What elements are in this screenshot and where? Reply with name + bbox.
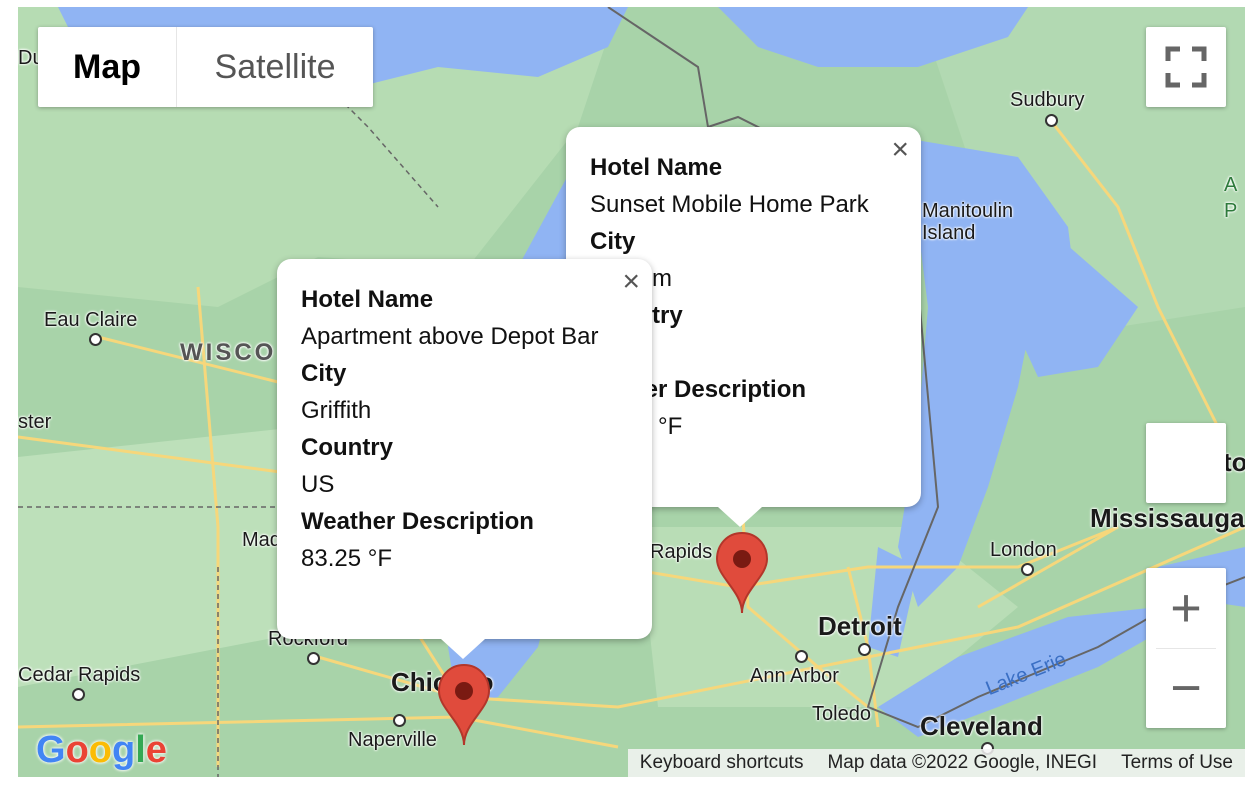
close-icon[interactable]: × xyxy=(891,135,909,165)
place-label-sudbury: Sudbury xyxy=(1010,89,1085,111)
place-label-toronto: to xyxy=(1223,447,1245,477)
map-type-map-button[interactable]: Map xyxy=(38,27,177,107)
place-label-toledo: Toledo xyxy=(812,703,871,725)
place-label-london: London xyxy=(990,539,1057,561)
fullscreen-icon xyxy=(1165,46,1207,88)
city-dot-rockford xyxy=(307,652,320,665)
city-dot-naperville xyxy=(393,714,406,727)
field-label: City xyxy=(590,228,636,255)
place-label-a-edge: A P xyxy=(1224,174,1238,222)
map-marker-griffith[interactable] xyxy=(437,663,491,747)
place-label-cleveland: Cleveland xyxy=(920,711,1043,741)
field-value: 83.25 °F xyxy=(301,545,392,572)
city-dot-detroit xyxy=(858,643,871,656)
map-type-control: Map Satellite xyxy=(38,27,373,107)
place-label-cedar-rapids: Cedar Rapids xyxy=(18,664,141,686)
google-logo[interactable]: Google xyxy=(36,729,167,772)
city-dot-london xyxy=(1021,563,1034,576)
place-label-chester: ster xyxy=(18,411,52,433)
field-value: Griffith xyxy=(301,397,372,424)
field-label: City xyxy=(301,360,347,387)
zoom-control: + − xyxy=(1146,568,1226,728)
place-label-manitoulin: Manitoulin Island xyxy=(922,200,1014,244)
map-marker-sunset[interactable] xyxy=(715,531,769,615)
place-label-detroit: Detroit xyxy=(818,611,902,641)
city-dot-eau-claire xyxy=(89,333,102,346)
info-window-griffith: × Hotel Name Apartment above Depot Bar C… xyxy=(277,259,652,659)
field-value: US xyxy=(301,471,335,498)
field-label: Hotel Name xyxy=(590,154,723,181)
field-label: Country xyxy=(301,434,393,461)
terms-of-use-link[interactable]: Terms of Use xyxy=(1109,749,1245,777)
city-dot-ann-arbor xyxy=(795,650,808,663)
field-value: Sunset Mobile Home Park xyxy=(590,191,869,218)
keyboard-shortcuts-link[interactable]: Keyboard shortcuts xyxy=(628,749,816,777)
map-pin-icon xyxy=(715,531,769,614)
fullscreen-button[interactable] xyxy=(1146,27,1226,107)
city-dot-sudbury xyxy=(1045,114,1058,127)
map-data-attribution: Map data ©2022 Google, INEGI xyxy=(827,752,1098,773)
place-label-eau-claire: Eau Claire xyxy=(44,309,138,331)
field-value: Apartment above Depot Bar xyxy=(301,323,599,350)
field-label: Weather Description xyxy=(301,508,534,535)
state-label-wisconsin: WISCO xyxy=(180,339,277,366)
field-label: Hotel Name xyxy=(301,286,434,313)
pegman-button[interactable] xyxy=(1146,423,1226,503)
zoom-in-button[interactable]: + xyxy=(1146,568,1226,648)
place-label-grand-rapids: Rapids xyxy=(650,541,713,563)
city-dot-cedar-rapids xyxy=(72,688,85,701)
map-pin-icon xyxy=(437,663,491,746)
map-type-satellite-button[interactable]: Satellite xyxy=(177,27,373,107)
zoom-out-button[interactable]: − xyxy=(1146,648,1226,728)
place-label-naperville: Naperville xyxy=(348,729,437,751)
map-attribution-bar: Keyboard shortcuts Map data ©2022 Google… xyxy=(627,749,1245,777)
place-label-madison: Mad xyxy=(242,529,281,551)
place-label-ann-arbor: Ann Arbor xyxy=(750,665,839,687)
map-canvas[interactable]: Dul Sudbury Manitoulin Island A P Eau Cl… xyxy=(18,7,1245,777)
place-label-mississauga: Mississauga xyxy=(1090,503,1245,533)
close-icon[interactable]: × xyxy=(622,267,640,297)
